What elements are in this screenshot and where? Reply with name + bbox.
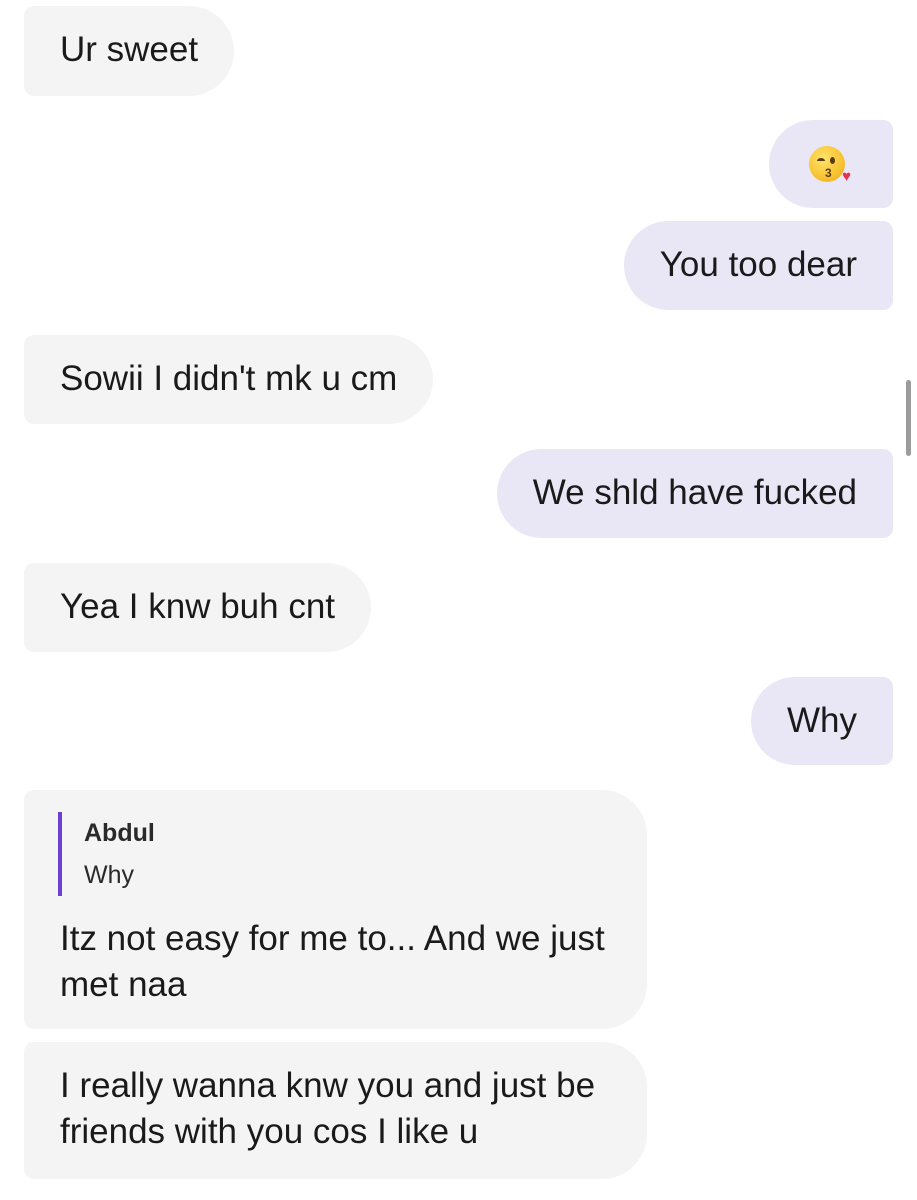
message-text: We shld have fucked bbox=[532, 473, 857, 512]
incoming-message[interactable]: Ur sweet bbox=[24, 6, 235, 96]
scrollbar-thumb[interactable] bbox=[906, 380, 911, 456]
reply-author: Abdul bbox=[84, 819, 155, 847]
message-text: Itz not easy for me to... And we just me… bbox=[60, 919, 605, 1004]
incoming-message[interactable]: I really wanna knw you and just be frien… bbox=[24, 1042, 647, 1179]
message-text: You too dear bbox=[659, 245, 857, 284]
incoming-message[interactable]: Yea I knw buh cnt bbox=[24, 563, 372, 652]
message-text: Yea I knw buh cnt bbox=[60, 587, 336, 626]
incoming-reply-message[interactable]: Abdul Why Itz not easy for me to... And … bbox=[24, 790, 647, 1029]
kissing-face-emoji-icon: 3 ♥ bbox=[809, 146, 851, 184]
message-text: Why bbox=[787, 701, 857, 740]
message-text: I really wanna knw you and just be frien… bbox=[60, 1066, 596, 1151]
outgoing-message[interactable]: You too dear bbox=[623, 221, 893, 310]
chat-thread: Ur sweet 3 ♥ You too dear Sowii I didn't… bbox=[0, 0, 917, 1200]
reply-quote[interactable]: Abdul Why bbox=[58, 812, 611, 896]
message-text: Ur sweet bbox=[60, 30, 199, 69]
incoming-message[interactable]: Sowii I didn't mk u cm bbox=[24, 335, 434, 424]
reply-quoted-text: Why bbox=[84, 861, 134, 889]
message-text: Sowii I didn't mk u cm bbox=[60, 359, 398, 398]
outgoing-emoji-message[interactable]: 3 ♥ bbox=[769, 120, 893, 208]
outgoing-message[interactable]: Why bbox=[751, 677, 893, 765]
outgoing-message[interactable]: We shld have fucked bbox=[496, 449, 893, 538]
